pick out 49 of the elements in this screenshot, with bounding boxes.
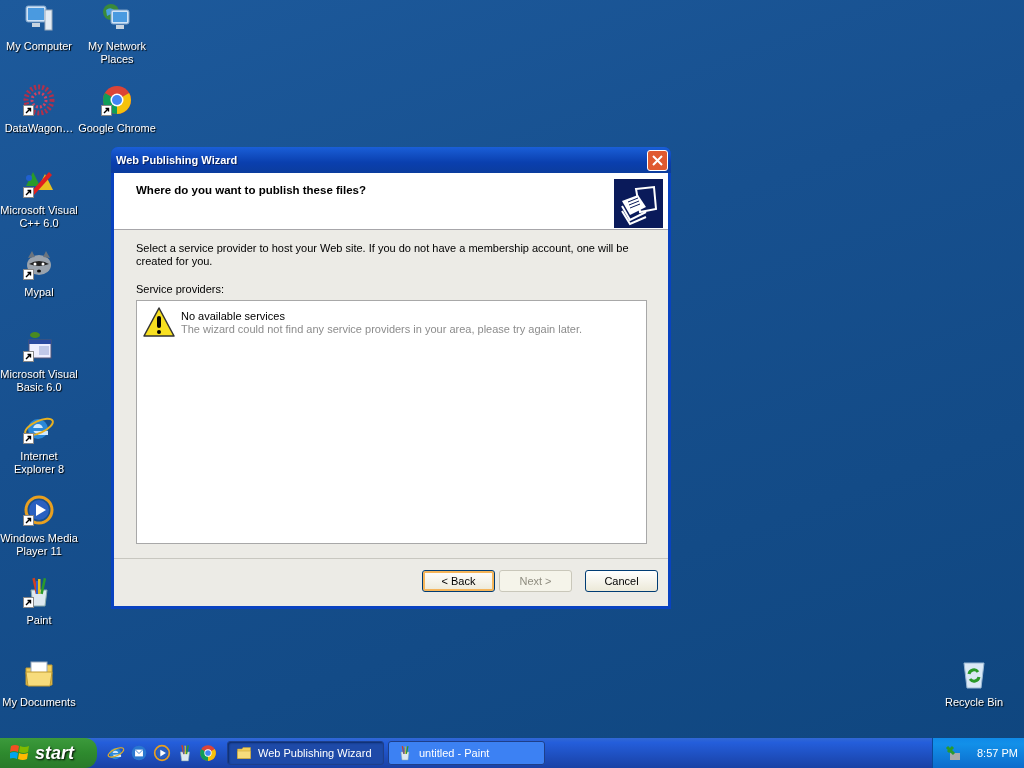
desktop-icon-label[interactable]: Paint: [26, 614, 52, 627]
wizard-heading: Where do you want to publish these files?: [136, 184, 367, 196]
wizard-button[interactable]: < Back: [422, 569, 495, 592]
desktop-icon-label[interactable]: My Computer: [6, 40, 72, 53]
shortcut-arrow-icon: [23, 433, 34, 444]
brush-cup-icon: [397, 745, 413, 761]
desktop-icon-label[interactable]: DataWagon…: [4, 122, 74, 135]
shortcut-arrow-icon: [23, 269, 34, 280]
desktop-icon-label[interactable]: Google Chrome: [78, 122, 156, 135]
shortcut-arrow-icon: [23, 105, 34, 116]
windows-flag-icon: [10, 744, 30, 762]
shortcut-arrow-icon: [23, 515, 34, 526]
start-button[interactable]: start: [0, 738, 97, 768]
wizard-button[interactable]: Cancel: [585, 569, 658, 592]
folder-icon: [236, 745, 252, 761]
close-icon: [652, 154, 663, 166]
warning-icon: [143, 306, 175, 338]
shortcut-arrow-icon: [101, 105, 112, 116]
quick-launch-button[interactable]: [107, 744, 125, 762]
list-label: Service providers:: [136, 283, 226, 295]
desktop-icon-label[interactable]: Windows Media Player 11: [0, 532, 78, 558]
taskbar-button[interactable]: untitled - Paint: [388, 741, 545, 765]
intro-text: Select a service provider to host your Web site. If you do not have a membership account, one will be created for you.: [136, 242, 630, 268]
envelope-circle-icon: [130, 744, 148, 762]
desktop-icon-label[interactable]: Microsoft Visual C++ 6.0: [0, 204, 78, 230]
play-button-icon: [153, 744, 171, 762]
shortcut-arrow-icon: [23, 187, 34, 198]
quick-launch-button[interactable]: [199, 744, 217, 762]
circle-logo-icon: [199, 744, 217, 762]
taskbar-button[interactable]: Web Publishing Wizard: [227, 741, 384, 765]
quick-launch-button[interactable]: [130, 744, 148, 762]
desktop-icon-label[interactable]: My Network Places: [78, 40, 156, 66]
desktop-icon-label[interactable]: Mypal: [24, 286, 54, 299]
close-button[interactable]: [647, 149, 668, 171]
desktop-icon-label[interactable]: Recycle Bin: [944, 696, 1004, 709]
message-title: No available services: [181, 310, 286, 323]
shortcut-arrow-icon: [23, 351, 34, 362]
computer-icon: [23, 2, 55, 34]
clock: 8:57 PM: [977, 747, 1018, 759]
folder-icon: [23, 658, 55, 690]
window-title: Web Publishing Wizard: [116, 154, 238, 166]
desktop-icon-label[interactable]: My Documents: [2, 696, 76, 709]
desktop-icon-label[interactable]: Internet Explorer 8: [0, 450, 78, 476]
dotted-circle-icon: [23, 84, 55, 116]
shortcut-arrow-icon: [23, 597, 34, 608]
message-detail: The wizard could not find any service providers in your area, please try again later.: [181, 323, 583, 336]
desktop-icon-label[interactable]: Microsoft Visual Basic 6.0: [0, 368, 78, 394]
e-logo-icon: [107, 744, 125, 762]
quick-launch-button[interactable]: [153, 744, 171, 762]
